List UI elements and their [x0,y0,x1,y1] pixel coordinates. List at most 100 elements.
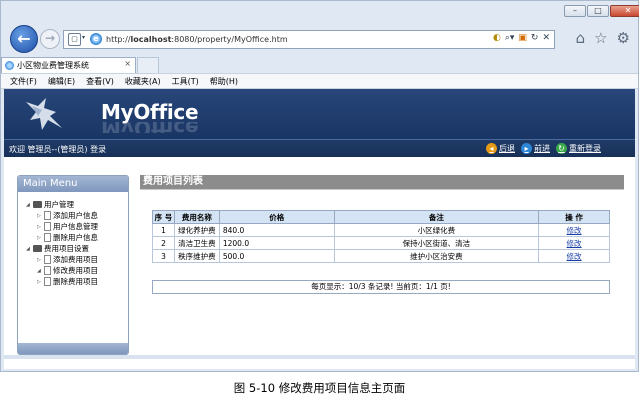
menu-bar: 文件(F) 编辑(E) 查看(V) 收藏夹(A) 工具(T) 帮助(H) [1,73,638,89]
bird-logo-icon [26,98,62,130]
collapsed-arrow-icon: ▷ [37,278,41,285]
close-window-icon[interactable]: ✕ [610,5,639,17]
minimize-icon[interactable]: – [564,5,586,17]
file-icon [44,266,51,275]
cell-price: 500.0 [218,249,335,263]
logo-reflection: MyOffice [101,122,199,133]
tab-title: 小区物业费管理系统 [17,61,89,70]
sidebar-title: Main Menu [18,176,128,192]
web-page: MyOffice MyOffice 欢迎 管理员--(管理员) 登录 ◂后退 ▸… [4,89,635,369]
cell-name: 清洁卫生费 [173,236,220,250]
tree-item-add-user[interactable]: ▷ 添加用户信息 [26,210,98,221]
fee-table: 序 号 费用名称 价格 备注 操 作 1 绿化养护费 840.0 小区绿化费 修… [152,210,610,263]
relogin-circle-icon: ↻ [556,143,567,154]
back-arrow-icon[interactable]: ← [10,25,38,53]
browser-right-icons: ⌂ ☆ ⚙ [576,29,630,47]
tree-item-label: 删除用户信息 [53,233,98,242]
tab-row: 小区物业费管理系统 × [1,57,638,73]
file-icon [44,233,51,242]
tree-group-label: 费用项目设置 [44,244,89,253]
refresh-icon[interactable]: ↻ [531,33,539,43]
gear-icon[interactable]: ⚙ [617,29,630,47]
compat-view-icon[interactable]: ◐ [493,33,501,43]
back-circle-icon: ◂ [486,143,497,154]
home-icon[interactable]: ⌂ [576,29,586,47]
modify-link[interactable]: 修改 [538,223,610,237]
back-link-label: 后退 [499,144,515,153]
tree-item-add-fee[interactable]: ▷ 添加费用项目 [26,254,98,265]
tree-item-label: 修改费用项目 [53,266,98,275]
header-nav: ◂ 后退 ▸ 前进 ↻ 重新登录 [486,143,601,154]
menu-favorites[interactable]: 收藏夹(A) [125,76,161,87]
cell-name: 绿化养护费 [173,223,220,237]
address-bar[interactable]: ▢ ▾ e http://localhost:8080/property/MyO… [63,30,555,49]
cell-note: 小区绿化费 [333,223,540,237]
browser-window: – □ ✕ ← → ▢ ▾ e http://localhost:8080/pr… [0,0,639,372]
menu-view[interactable]: 查看(V) [86,76,114,87]
ie-tab-icon [5,61,14,70]
dropdown-icon[interactable]: ▾ [82,34,85,41]
tree-item-delete-user[interactable]: ▷ 删除用户信息 [26,232,98,243]
browser-tab[interactable]: 小区物业费管理系统 × [1,57,136,73]
menu-file[interactable]: 文件(F) [10,76,37,87]
welcome-text: 欢迎 管理员--(管理员) 登录 [9,145,107,154]
search-icon[interactable]: ⌕▾ [505,33,515,43]
tree-item-manage-user[interactable]: ▷ 用户信息管理 [26,221,98,232]
tree-item-label: 添加用户信息 [53,211,98,220]
file-icon [44,255,51,264]
ie-icon: e [90,33,102,45]
col-header-note: 备注 [333,210,540,224]
expanded-arrow-icon: ◢ [37,267,41,274]
address-row: ← → ▢ ▾ e http://localhost:8080/property… [1,23,638,57]
file-icon [44,222,51,231]
file-icon [44,211,51,220]
table-row: 3 秩序维护费 500.0 维护小区治安费 修改 [152,249,610,263]
file-icon [44,277,51,286]
folder-icon [33,201,42,208]
sidebar-footer [18,343,128,354]
feed-icon[interactable]: ▣ [518,33,527,43]
cell-note: 保持小区街道、清洁 [333,236,540,250]
table-row: 1 绿化养护费 840.0 小区绿化费 修改 [152,223,610,237]
forward-link[interactable]: ▸ 前进 [521,143,550,154]
modify-link[interactable]: 修改 [538,249,610,263]
main-panel: 费用项目列表 序 号 费用名称 价格 备注 操 作 1 绿化养护费 840.0 … [140,175,624,355]
header-banner: MyOffice MyOffice [4,89,635,139]
tab-close-icon[interactable]: × [124,59,131,68]
forward-arrow-icon[interactable]: → [40,29,60,49]
maximize-icon[interactable]: □ [587,5,609,17]
url-text[interactable]: http://localhost:8080/property/MyOffice.… [106,35,288,44]
tree-item-delete-fee[interactable]: ▷ 删除费用项目 [26,276,98,287]
modify-link[interactable]: 修改 [538,236,610,250]
back-link[interactable]: ◂ 后退 [486,143,515,154]
expanded-arrow-icon[interactable]: ◢ [26,246,33,252]
page-bottom-strip [4,355,635,359]
relogin-link[interactable]: ↻ 重新登录 [556,143,601,154]
tree-item-modify-fee[interactable]: ◢ 修改费用项目 [26,265,98,276]
menu-edit[interactable]: 编辑(E) [48,76,75,87]
new-tab-button[interactable] [137,57,159,73]
table-row: 2 清洁卫生费 1200.0 保持小区街道、清洁 修改 [152,236,610,250]
col-header-action: 操 作 [538,210,610,224]
menu-tools[interactable]: 工具(T) [172,76,199,87]
tree-item-label: 删除费用项目 [53,277,98,286]
tree-group-users[interactable]: ◢ 用户管理 [26,199,98,210]
folder-icon [33,245,42,252]
page-title: 费用项目列表 [140,175,624,189]
favorites-star-icon[interactable]: ☆ [594,29,607,47]
window-controls: – □ ✕ [564,5,639,17]
tree-group-fees[interactable]: ◢ 费用项目设置 [26,243,98,254]
expanded-arrow-icon[interactable]: ◢ [26,202,33,208]
header-status-bar: 欢迎 管理员--(管理员) 登录 ◂ 后退 ▸ 前进 ↻ 重新登录 [4,139,635,157]
relogin-link-label: 重新登录 [569,144,601,153]
cell-note: 维护小区治安费 [333,249,540,263]
collapsed-arrow-icon: ▷ [37,234,41,241]
cell-name: 秩序维护费 [173,249,220,263]
cell-no: 1 [152,223,175,237]
stop-icon[interactable]: ✕ [542,33,550,43]
menu-help[interactable]: 帮助(H) [210,76,238,87]
collapsed-arrow-icon: ▷ [37,212,41,219]
address-tools: ◐ ⌕▾ ▣ ↻ ✕ [493,33,550,43]
collapsed-arrow-icon: ▷ [37,256,41,263]
page-icon[interactable]: ▢ [68,33,81,46]
